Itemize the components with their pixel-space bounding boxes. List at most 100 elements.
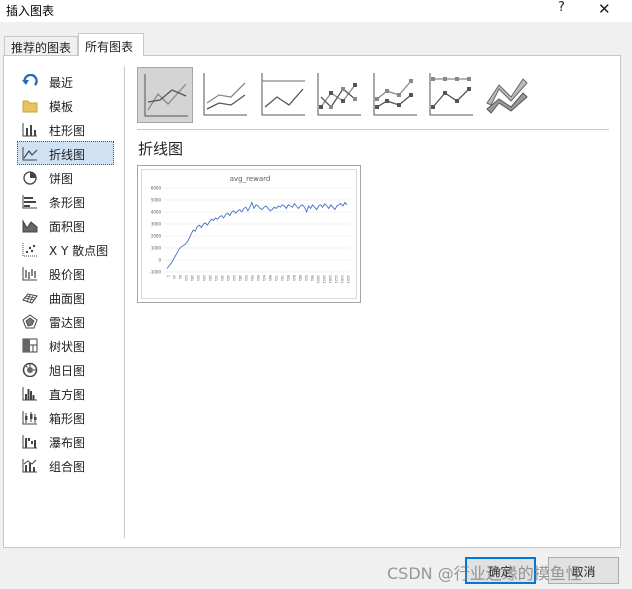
sidebar-item-label: 瀑布图 (49, 436, 86, 450)
sidebar-item-templates[interactable]: 模板 (17, 93, 114, 117)
sidebar-item-treemap[interactable]: 树状图 (17, 333, 114, 357)
line-with-markers-subtype-icon (317, 73, 361, 116)
sidebar-item-label: 组合图 (49, 460, 86, 474)
preview-x-tick-label: 1001 (316, 275, 320, 283)
percent-stacked-line-markers-subtype-icon (429, 73, 473, 116)
title-bar: 插入图表 ? ✕ (0, 0, 632, 22)
preview-x-tick-label: 841 (292, 275, 296, 281)
preview-x-tick-label: 1121 (334, 275, 338, 283)
preview-x-tick-label: 321 (214, 275, 218, 281)
preview-chart-area: avg_reward 6000 5000 4000 3000 2000 1000 0 -100… (141, 169, 357, 299)
window-title: 插入图表 (6, 4, 55, 18)
sidebar-item-stock[interactable]: 股价图 (17, 261, 114, 285)
preview-x-tick-label: 1 (166, 275, 170, 277)
sidebar-item-sunburst[interactable]: 旭日图 (17, 357, 114, 381)
sidebar-item-bar[interactable]: 条形图 (17, 189, 114, 213)
preview-x-tick-label: 521 (244, 275, 248, 281)
sidebar-item-label: 条形图 (49, 196, 86, 210)
preview-x-tick-label: 1161 (340, 275, 344, 283)
chart-preview[interactable]: avg_reward 6000 5000 4000 3000 2000 1000 0 -100… (137, 165, 361, 303)
sidebar-item-column[interactable]: 柱形图 (17, 117, 114, 141)
subtype-stacked-line-markers[interactable] (367, 67, 423, 123)
preview-y-tick-label: 1000 (151, 246, 162, 251)
tab-all-charts[interactable]: 所有图表 (78, 33, 144, 56)
preview-x-tick-label: 441 (232, 275, 236, 281)
scatter-chart-icon (22, 242, 38, 257)
help-button[interactable]: ? (558, 0, 565, 15)
sidebar-item-recent[interactable]: 最近 (17, 69, 114, 93)
cancel-button[interactable]: 取消 (548, 557, 619, 584)
area-chart-icon (22, 218, 38, 233)
preview-x-tick-label: 881 (298, 275, 302, 281)
preview-y-tick-label: 6000 (151, 186, 162, 191)
horizontal-divider (137, 129, 609, 130)
preview-x-tick-label: 681 (268, 275, 272, 281)
main-panel: 最近 模板 柱形图 折线图 饼图 条形图 面积图 X Y 散点图 股价图 曲面图… (3, 55, 621, 548)
sidebar-item-box-whisker[interactable]: 箱形图 (17, 405, 114, 429)
chart-type-list: 最近 模板 柱形图 折线图 饼图 条形图 面积图 X Y 散点图 股价图 曲面图… (17, 69, 117, 477)
subtype-3d-line[interactable] (479, 67, 535, 123)
preview-x-tick-label: 921 (304, 275, 308, 281)
preview-x-tick-label: 201 (196, 275, 200, 281)
sidebar-item-label: 直方图 (49, 388, 86, 402)
sidebar-item-histogram[interactable]: 直方图 (17, 381, 114, 405)
preview-y-tick-label: 0 (158, 258, 161, 263)
subtype-percent-stacked-line[interactable] (255, 67, 311, 123)
vertical-divider (124, 66, 125, 538)
treemap-chart-icon (22, 338, 38, 353)
sidebar-item-label: 最近 (49, 76, 74, 90)
box-whisker-chart-icon (22, 410, 38, 425)
preview-x-tick-label: 121 (184, 275, 188, 281)
sunburst-chart-icon (22, 362, 38, 378)
preview-x-tick-label: 961 (310, 275, 314, 281)
radar-chart-icon (22, 314, 38, 329)
sidebar-item-area[interactable]: 面积图 (17, 213, 114, 237)
preview-y-tick-label: -1000 (149, 270, 161, 275)
subtype-line-markers[interactable] (311, 67, 367, 123)
3d-line-subtype-icon (486, 78, 528, 114)
sidebar-item-waterfall[interactable]: 瀑布图 (17, 429, 114, 453)
preview-x-tick-label: 161 (190, 275, 194, 281)
preview-x-tick-label: 761 (280, 275, 284, 281)
percent-stacked-line-subtype-icon (261, 73, 305, 116)
sidebar-item-label: 曲面图 (49, 292, 86, 306)
folder-icon (22, 98, 38, 113)
subtype-stacked-line[interactable] (197, 67, 253, 123)
preview-x-tick-label: 281 (208, 275, 212, 281)
preview-x-tick-label: 81 (178, 275, 182, 279)
sidebar-item-label: X Y 散点图 (49, 244, 109, 258)
preview-x-tick-label: 801 (286, 275, 290, 281)
column-chart-icon (22, 122, 38, 137)
combo-chart-icon (22, 458, 38, 473)
sidebar-item-label: 饼图 (49, 172, 74, 186)
ok-button[interactable]: 确定 (465, 557, 536, 584)
sidebar-item-label: 箱形图 (49, 412, 86, 426)
sidebar-item-pie[interactable]: 饼图 (17, 165, 114, 189)
sidebar-item-radar[interactable]: 雷达图 (17, 309, 114, 333)
sidebar-item-label: 模板 (49, 100, 74, 114)
sidebar-item-scatter[interactable]: X Y 散点图 (17, 237, 114, 261)
subtype-line[interactable] (137, 67, 193, 123)
sidebar-item-label: 树状图 (49, 340, 86, 354)
preview-y-tick-label: 5000 (151, 198, 162, 203)
preview-x-tick-label: 561 (250, 275, 254, 281)
stacked-line-markers-subtype-icon (373, 73, 417, 116)
sidebar-item-surface[interactable]: 曲面图 (17, 285, 114, 309)
preview-x-tick-label: 241 (202, 275, 206, 281)
preview-x-tick-label: 1041 (322, 275, 326, 283)
preview-x-tick-label: 481 (238, 275, 242, 281)
preview-x-tick-label: 641 (262, 275, 266, 281)
waterfall-chart-icon (22, 434, 38, 449)
tab-recommended-charts[interactable]: 推荐的图表 (4, 36, 78, 56)
sidebar-item-line[interactable]: 折线图 (17, 141, 114, 165)
sidebar-item-label: 旭日图 (49, 364, 86, 378)
preview-x-tick-label: 601 (256, 275, 260, 281)
close-button[interactable]: ✕ (598, 0, 611, 18)
subtype-title: 折线图 (138, 140, 184, 158)
subtype-percent-stacked-line-markers[interactable] (423, 67, 479, 123)
preview-y-tick-label: 4000 (151, 210, 162, 215)
bar-chart-icon (22, 194, 38, 209)
sidebar-item-label: 雷达图 (49, 316, 86, 330)
stock-chart-icon (22, 266, 38, 281)
sidebar-item-combo[interactable]: 组合图 (17, 453, 114, 477)
